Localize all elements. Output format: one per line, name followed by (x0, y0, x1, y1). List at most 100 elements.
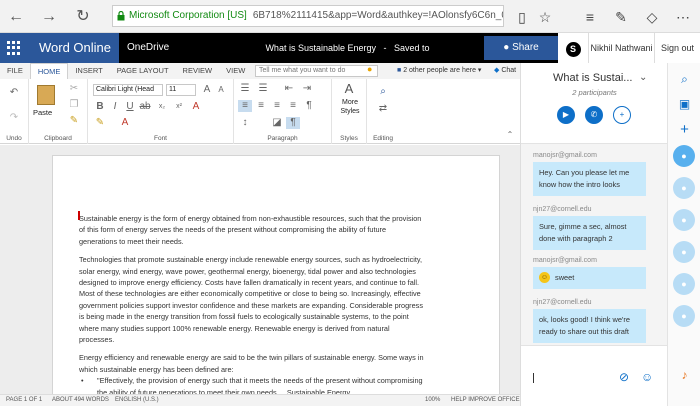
video-call-icon[interactable]: ▶ (557, 106, 575, 124)
format-painter-icon[interactable]: ✎ (67, 115, 81, 127)
clear-formatting-icon[interactable]: A (189, 101, 203, 113)
more-icon[interactable]: ⋯ (673, 7, 693, 27)
cut-icon[interactable]: ✂ (67, 83, 81, 95)
find-icon[interactable]: ⌕ (376, 86, 390, 98)
italic-icon[interactable]: I (108, 101, 122, 113)
reading-view-icon[interactable]: ▯ (512, 7, 532, 27)
collapse-ribbon-icon[interactable]: ⌃ (503, 129, 517, 141)
copy-icon[interactable]: ❐ (67, 99, 81, 111)
more-styles-button[interactable]: More Styles (335, 98, 365, 116)
audio-call-icon[interactable]: ✆ (585, 106, 603, 124)
highlight-icon[interactable]: ✎ (93, 117, 107, 129)
chat-toggle[interactable]: ◆ Chat (494, 63, 516, 79)
paragraph-1[interactable]: Sustainable energy is the form of energy… (79, 213, 424, 247)
back-icon[interactable]: ← (6, 7, 26, 27)
tab-home[interactable]: HOME (29, 63, 69, 79)
text-caret (533, 373, 534, 383)
conversation-avatar-icon[interactable]: ● (673, 209, 695, 231)
search-icon[interactable]: ⌕ (677, 72, 692, 87)
tab-review[interactable]: REVIEW (176, 63, 220, 79)
line-spacing-icon[interactable]: ↕ (238, 117, 252, 129)
chat-panel: What is Sustai... ⌄ 2 participants ▶ ✆ +… (520, 63, 668, 406)
grow-font-icon[interactable]: A (200, 84, 214, 96)
notification-bell-icon[interactable]: ♪ (677, 368, 692, 382)
replace-icon[interactable]: ⇄ (376, 103, 390, 115)
align-left-icon[interactable]: ≡ (238, 100, 252, 112)
participant-count[interactable]: 2 participants (521, 88, 668, 97)
skype-icon[interactable]: S (558, 33, 588, 63)
justify-icon[interactable]: ≡ (286, 100, 300, 112)
emoticon-icon[interactable]: ☺ (641, 370, 653, 384)
increase-indent-icon[interactable]: ⇥ (300, 83, 314, 95)
paragraph-3[interactable]: Energy efficiency and renewable energy a… (79, 352, 424, 375)
app-brand[interactable]: Word Online (27, 33, 119, 63)
add-icon[interactable]: + (677, 121, 692, 138)
numbering-icon[interactable]: ☰ (256, 83, 270, 95)
undo-icon[interactable]: ↶ (7, 87, 21, 99)
user-name[interactable]: Nikhil Nathwani (588, 33, 654, 63)
underline-icon[interactable]: U (123, 101, 137, 113)
language-indicator[interactable]: ENGLISH (U.S.) (115, 395, 159, 406)
status-bar: PAGE 1 OF 1 ABOUT 494 WORDS ENGLISH (U.S… (0, 394, 520, 406)
message-composer[interactable]: ⊘ ☺ (521, 345, 668, 406)
font-name-dropdown[interactable]: Calibri Light (Head (93, 84, 163, 96)
align-right-icon[interactable]: ≡ (270, 100, 284, 112)
redo-icon[interactable]: ↷ (7, 112, 21, 124)
tell-me-input[interactable]: Tell me what you want to do (255, 65, 378, 77)
forward-icon[interactable]: → (39, 7, 59, 27)
tab-view[interactable]: VIEW (219, 63, 252, 79)
signout-link[interactable]: Sign out (654, 33, 700, 63)
bullet-item[interactable]: • "Effectively, the provision of energy … (79, 375, 424, 394)
zoom-level[interactable]: 100% (425, 395, 440, 406)
title-separator: - (383, 43, 387, 53)
message-bubble: ☺ sweet (533, 267, 646, 289)
tab-page-layout[interactable]: PAGE LAYOUT (110, 63, 176, 79)
show-marks-icon[interactable]: ¶ (286, 117, 300, 129)
message-bubble: Hey. Can you please let me know how the … (533, 162, 646, 196)
font-size-dropdown[interactable]: 11 (166, 84, 196, 96)
skype-rail: ⌕ ▣ + ● ● ● ● ● ● ♪ (667, 63, 700, 406)
shading-icon[interactable]: ◪ (270, 117, 284, 129)
paste-icon[interactable] (37, 85, 55, 105)
share-browser-icon[interactable]: ◇ (642, 7, 662, 27)
web-note-icon[interactable]: ✎ (611, 7, 631, 27)
tab-file[interactable]: FILE (0, 63, 30, 79)
conversation-avatar-icon[interactable]: ● (673, 177, 695, 199)
coauthors-indicator[interactable]: ■ 2 other people are here ▾ (397, 63, 481, 79)
align-center-icon[interactable]: ≡ (254, 100, 268, 112)
paste-label[interactable]: Paste (33, 108, 52, 117)
rtl-icon[interactable]: ¶ (302, 100, 316, 112)
tab-insert[interactable]: INSERT (68, 63, 109, 79)
styles-icon[interactable]: A (342, 82, 356, 95)
conversation-avatar-icon[interactable]: ● (673, 305, 695, 327)
paragraph-group: ☰ ☰ ⇤ ⇥ ≡ ≡ ≡ ≡ ¶ ↕ ◪ ¶ Paragraph (234, 79, 332, 144)
app-launcher-icon[interactable] (0, 33, 27, 63)
share-button[interactable]: ● Share (484, 36, 558, 60)
document-body[interactable]: Sustainable energy is the form of energy… (79, 213, 424, 394)
chevron-down-icon[interactable]: ⌄ (639, 72, 647, 83)
superscript-icon[interactable]: x² (172, 101, 186, 113)
font-color-icon[interactable]: A (118, 117, 132, 129)
attach-icon[interactable]: ⊘ (619, 370, 629, 384)
bullets-icon[interactable]: ☰ (238, 83, 252, 95)
paragraph-2[interactable]: Technologies that promote sustainable en… (79, 254, 424, 345)
onedrive-link[interactable]: OneDrive (127, 33, 169, 63)
emoji-icon: ☺ (539, 272, 550, 283)
decrease-indent-icon[interactable]: ⇤ (282, 83, 296, 95)
document-page[interactable]: Sustainable energy is the form of energy… (52, 155, 500, 395)
help-improve-link[interactable]: HELP IMPROVE OFFICE (451, 395, 520, 406)
refresh-icon[interactable]: ↻ (73, 7, 93, 27)
shrink-font-icon[interactable]: A (214, 84, 228, 96)
conversation-avatar-icon[interactable]: ● (673, 273, 695, 295)
add-participant-icon[interactable]: + (613, 106, 631, 124)
hub-icon[interactable]: ≡ (580, 7, 600, 27)
lock-icon (117, 11, 125, 21)
subscript-icon[interactable]: x₂ (155, 101, 169, 113)
favorite-star-icon[interactable]: ☆ (535, 7, 555, 27)
address-bar[interactable]: Microsoft Corporation [US] 6B718%2111415&… (112, 5, 504, 27)
contacts-icon[interactable]: ▣ (677, 97, 692, 111)
conversation-avatar-icon[interactable]: ● (673, 241, 695, 263)
conversation-avatar-icon[interactable]: ● (673, 145, 695, 167)
strikethrough-icon[interactable]: ab (138, 101, 152, 113)
bold-icon[interactable]: B (93, 101, 107, 113)
